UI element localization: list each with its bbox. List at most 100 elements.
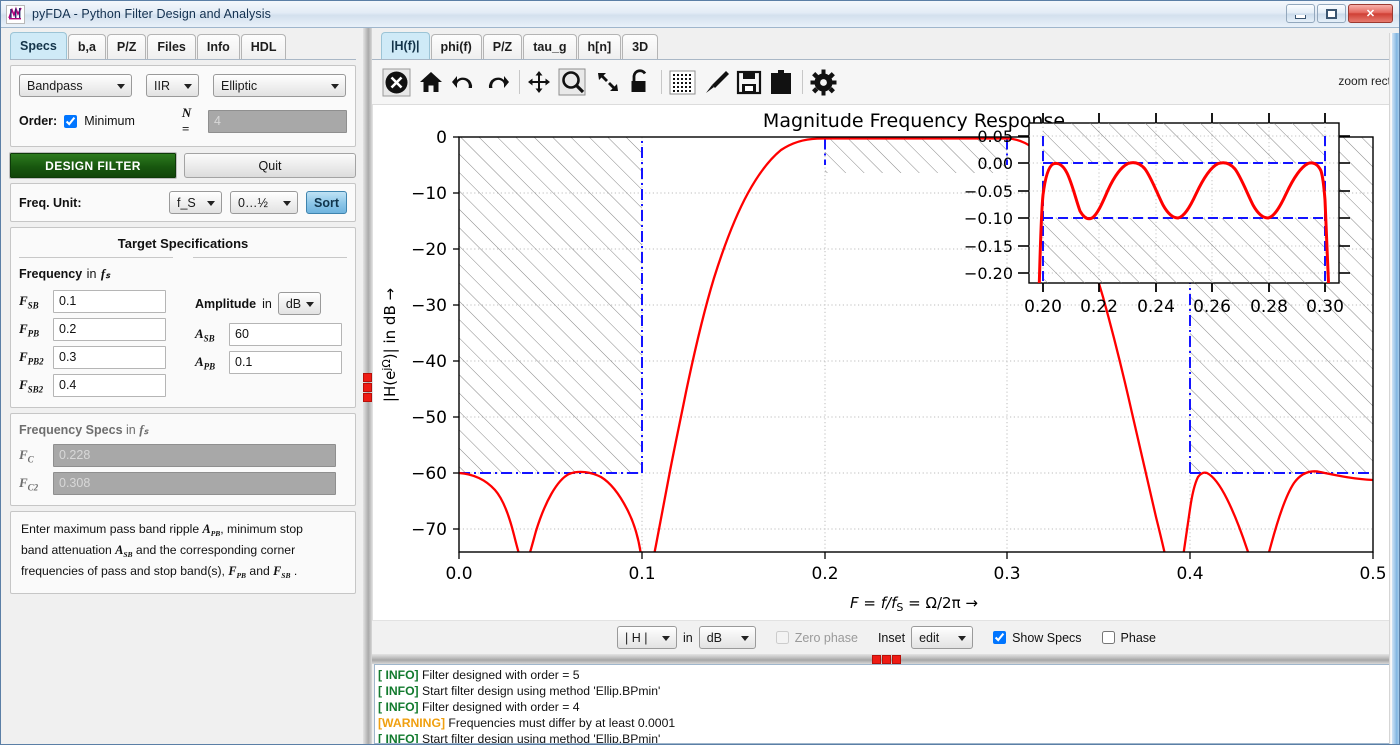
- zoom-fit-icon[interactable]: [595, 69, 621, 95]
- splitter-grip-dot: [872, 654, 881, 664]
- vertical-splitter-handle[interactable]: [363, 28, 372, 744]
- tab-magnitude[interactable]: |H(f)|: [381, 32, 430, 59]
- phase-checkbox[interactable]: [1101, 631, 1115, 644]
- spec-field-fpb: FPB 0.2: [19, 318, 195, 341]
- design-method-select[interactable]: Elliptic: [213, 74, 346, 97]
- section-divider: [19, 257, 347, 258]
- brush-icon[interactable]: [703, 69, 729, 95]
- log-line: [ INFO] Filter designed with order = 5: [378, 668, 580, 682]
- splitter-grip: [363, 372, 372, 402]
- svg-text:0: 0: [436, 128, 447, 148]
- design-filter-button[interactable]: DESIGN FILTER: [9, 152, 177, 179]
- tab-specs[interactable]: Specs: [10, 32, 67, 59]
- maximize-button[interactable]: [1317, 4, 1346, 23]
- tab-pz[interactable]: P/Z: [106, 34, 147, 59]
- hint-line-3: frequencies of pass and stop band(s), FP…: [21, 563, 298, 580]
- tab-info[interactable]: Info: [196, 34, 240, 59]
- tab-group-delay[interactable]: tau_g: [523, 34, 577, 59]
- stopband-1-region: [459, 137, 642, 473]
- freq-unit-select[interactable]: f_S: [169, 191, 222, 214]
- zero-phase-checkbox[interactable]: [775, 631, 789, 644]
- quit-button[interactable]: Quit: [184, 153, 356, 178]
- svg-text:0.2: 0.2: [811, 564, 838, 584]
- tab-impulse[interactable]: h[n]: [577, 34, 622, 59]
- window-controls: ✕: [1286, 4, 1393, 23]
- redo-icon[interactable]: [484, 69, 510, 95]
- sort-button[interactable]: Sort: [306, 191, 347, 214]
- spec-field-asb: ASB 60: [195, 323, 347, 346]
- svg-text:−20: −20: [411, 240, 447, 260]
- zero-phase-label: Zero phase: [794, 630, 858, 645]
- cancel-icon[interactable]: [382, 68, 411, 97]
- order-n-field[interactable]: 4: [208, 109, 347, 133]
- undo-icon[interactable]: [451, 69, 477, 95]
- vertical-scrollbar[interactable]: [1389, 33, 1399, 744]
- unit-select[interactable]: dB: [698, 626, 756, 649]
- horizontal-splitter-handle[interactable]: [372, 654, 1399, 664]
- pan-icon[interactable]: [527, 70, 551, 94]
- amplitude-heading-in: in: [262, 296, 272, 311]
- spec-field-fc2: FC2 0.308: [19, 472, 347, 495]
- freq-range-select[interactable]: 0…½: [230, 191, 298, 214]
- input-fsb2[interactable]: 0.4: [53, 374, 166, 397]
- phase-label: Phase: [1120, 630, 1156, 645]
- magnitude-select[interactable]: | H |: [616, 626, 677, 649]
- tab-ba[interactable]: b,a: [67, 34, 106, 59]
- svg-text:−70: −70: [411, 520, 447, 540]
- svg-text:0.05: 0.05: [977, 127, 1013, 146]
- spec-field-fsb2: FSB2 0.4: [19, 374, 195, 397]
- grid-icon[interactable]: [669, 69, 696, 96]
- app-window: pyFDA - Python Filter Design and Analysi…: [0, 0, 1400, 745]
- svg-text:0.30: 0.30: [1306, 297, 1344, 317]
- log-console[interactable]: [ INFO] Filter designed with order = 5 […: [374, 664, 1399, 744]
- input-fc2[interactable]: 0.308: [53, 472, 336, 495]
- minimize-button[interactable]: [1286, 4, 1315, 23]
- tab-3d[interactable]: 3D: [622, 34, 659, 59]
- frequency-heading-unit: fₛ: [100, 266, 111, 281]
- input-fc[interactable]: 0.228: [53, 444, 336, 467]
- svg-text:0.4: 0.4: [1176, 564, 1203, 584]
- log-line: [ INFO] Start filter design using method…: [378, 732, 661, 744]
- hint-line-1: Enter maximum pass band ripple APB, mini…: [21, 522, 303, 538]
- target-specs-title: Target Specifications: [117, 236, 249, 251]
- amplitude-unit-select[interactable]: dB: [277, 292, 321, 315]
- plot-svg: Magnitude Frequency Response 0 −10 −20 −…: [373, 105, 1391, 620]
- svg-text:0.3: 0.3: [993, 564, 1020, 584]
- splitter-grip-dot: [882, 654, 891, 664]
- svg-text:0.20: 0.20: [1024, 297, 1062, 317]
- tab-phase[interactable]: phi(f): [430, 34, 482, 59]
- tab-files[interactable]: Files: [147, 34, 196, 59]
- order-label: Order:: [19, 114, 58, 128]
- input-fsb[interactable]: 0.1: [53, 290, 166, 313]
- save-icon[interactable]: [736, 69, 762, 95]
- close-button[interactable]: ✕: [1348, 4, 1393, 23]
- toolbar-divider: [802, 70, 803, 94]
- svg-text:−60: −60: [411, 464, 447, 484]
- input-fpb[interactable]: 0.2: [53, 318, 166, 341]
- main-body: Specs b,a P/Z Files Info HDL Bandpass II…: [1, 28, 1399, 744]
- home-icon[interactable]: [418, 69, 444, 95]
- title-bar: pyFDA - Python Filter Design and Analysi…: [1, 1, 1399, 28]
- label-fc2: FC2: [19, 474, 39, 493]
- filter-class-select[interactable]: IIR: [146, 74, 199, 97]
- tab-hdl[interactable]: HDL: [240, 34, 287, 59]
- chevron-down-icon: [740, 635, 749, 641]
- input-apb[interactable]: 0.1: [229, 351, 342, 374]
- input-asb[interactable]: 60: [229, 323, 342, 346]
- log-line: [ INFO] Start filter design using method…: [378, 684, 661, 698]
- magnitude-plot[interactable]: Magnitude Frequency Response 0 −10 −20 −…: [372, 105, 1399, 620]
- clipboard-icon[interactable]: [769, 69, 793, 95]
- show-specs-checkbox[interactable]: [993, 631, 1007, 644]
- response-type-select[interactable]: Bandpass: [19, 74, 132, 97]
- x-axis-label: F = f/fS = Ω/2π →: [850, 594, 978, 614]
- minimum-order-checkbox[interactable]: [64, 114, 78, 128]
- scrollbar-thumb[interactable]: [1392, 33, 1399, 744]
- settings-icon[interactable]: [810, 69, 837, 96]
- inset-select[interactable]: edit: [911, 626, 974, 649]
- lock-icon[interactable]: [628, 69, 652, 95]
- zoom-icon[interactable]: [558, 67, 588, 97]
- svg-text:0.0: 0.0: [445, 564, 472, 584]
- input-fpb2[interactable]: 0.3: [53, 346, 166, 369]
- splitter-grip-dot: [892, 654, 901, 664]
- tab-pz-plot[interactable]: P/Z: [482, 34, 523, 59]
